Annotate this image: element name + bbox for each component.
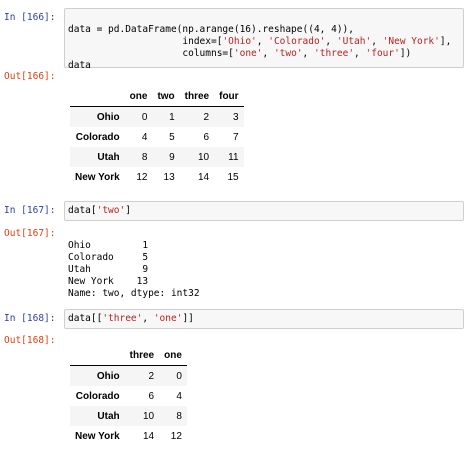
code-167: data['two'] bbox=[68, 205, 131, 217]
table-cell: 3 bbox=[233, 111, 239, 123]
input-prompt-167: In [167]: bbox=[4, 205, 56, 216]
table-cell: 4 bbox=[176, 390, 182, 402]
table-cell: 12 bbox=[136, 171, 148, 183]
table-cell: 0 bbox=[176, 370, 182, 382]
column-header: one bbox=[124, 86, 153, 107]
output-prompt-166: Out[166]: bbox=[4, 71, 56, 82]
output-line: New York 13 bbox=[68, 276, 149, 287]
row-index: Ohio bbox=[96, 111, 120, 123]
input-prompt-166: In [166]: bbox=[4, 12, 56, 23]
row-index: Utah bbox=[97, 151, 120, 163]
series-output-167: Ohio 1 Colorado 5 Utah 9 New York 13 Name: t… bbox=[68, 228, 200, 312]
corner-header bbox=[70, 345, 125, 366]
table-cell: 9 bbox=[169, 151, 175, 163]
table-cell: 0 bbox=[141, 111, 148, 123]
table-cell: 10 bbox=[142, 410, 155, 422]
output-line: Name: two, dtype: int32 bbox=[68, 288, 200, 299]
code-line: data bbox=[68, 60, 91, 71]
table-row: Utah 10 8 bbox=[70, 406, 187, 426]
column-header: three bbox=[179, 86, 215, 107]
column-header: three bbox=[124, 345, 160, 366]
output-line: Utah 9 bbox=[68, 264, 149, 275]
table-cell: 1 bbox=[169, 111, 175, 123]
table-cell: 6 bbox=[148, 390, 155, 402]
table-row: Utah 8 9 10 11 bbox=[70, 147, 244, 167]
row-index: New York bbox=[75, 430, 120, 442]
table-cell: 12 bbox=[170, 430, 182, 442]
corner-header bbox=[70, 86, 125, 107]
output-prompt-168: Out[168]: bbox=[4, 335, 56, 346]
code-168: data[['three', 'one']] bbox=[68, 313, 194, 325]
table-cell: 10 bbox=[197, 151, 210, 163]
table-cell: 8 bbox=[141, 151, 148, 163]
row-index: Utah bbox=[97, 410, 120, 422]
table-cell: 11 bbox=[228, 151, 239, 163]
code-line: index=['Ohio', 'Colorado', 'Utah', 'New … bbox=[68, 36, 452, 47]
dataframe-168: three one Ohio 2 0 Colorado 6 4 Utah 10 … bbox=[70, 345, 187, 446]
table-cell: 7 bbox=[233, 131, 239, 143]
table-cell: 4 bbox=[141, 131, 148, 143]
code-166: data = pd.DataFrame(np.arange(16).reshap… bbox=[68, 12, 451, 84]
table-row: Colorado 4 5 6 7 bbox=[70, 127, 244, 147]
table-cell: 8 bbox=[176, 410, 182, 422]
table-cell: 13 bbox=[163, 171, 175, 183]
table-row: Ohio 2 0 bbox=[70, 365, 187, 386]
row-index: Colorado bbox=[75, 390, 120, 402]
table-cell: 6 bbox=[203, 131, 210, 143]
row-index: Ohio bbox=[96, 370, 120, 382]
dataframe-166: one two three four Ohio 0 1 2 3 Colorado… bbox=[70, 86, 244, 187]
table-cell: 14 bbox=[197, 171, 210, 183]
output-prompt-167: Out[167]: bbox=[4, 228, 56, 239]
table-row: New York 14 12 bbox=[70, 426, 187, 446]
column-header: two bbox=[152, 86, 180, 107]
row-index: New York bbox=[75, 171, 120, 183]
column-header: one bbox=[159, 345, 187, 366]
table-row: Ohio 0 1 2 3 bbox=[70, 106, 244, 127]
code-line: data = pd.DataFrame(np.arange(16).reshap… bbox=[68, 24, 354, 35]
input-prompt-168: In [168]: bbox=[4, 313, 56, 324]
table-cell: 5 bbox=[169, 131, 175, 143]
table-cell: 15 bbox=[227, 171, 239, 183]
output-line: Ohio 1 bbox=[68, 240, 149, 251]
table-cell: 14 bbox=[142, 430, 155, 442]
row-index: Colorado bbox=[75, 131, 120, 143]
table-row: New York 12 13 14 15 bbox=[70, 167, 244, 187]
table-cell: 2 bbox=[148, 370, 155, 382]
table-row: Colorado 6 4 bbox=[70, 386, 187, 406]
column-header: four bbox=[214, 86, 244, 107]
output-line: Colorado 5 bbox=[68, 252, 149, 263]
code-line: data[['three', 'one']] bbox=[68, 313, 194, 324]
code-line: data['two'] bbox=[68, 205, 131, 216]
code-line: columns=['one', 'two', 'three', 'four']) bbox=[68, 48, 412, 59]
table-cell: 2 bbox=[203, 111, 210, 123]
